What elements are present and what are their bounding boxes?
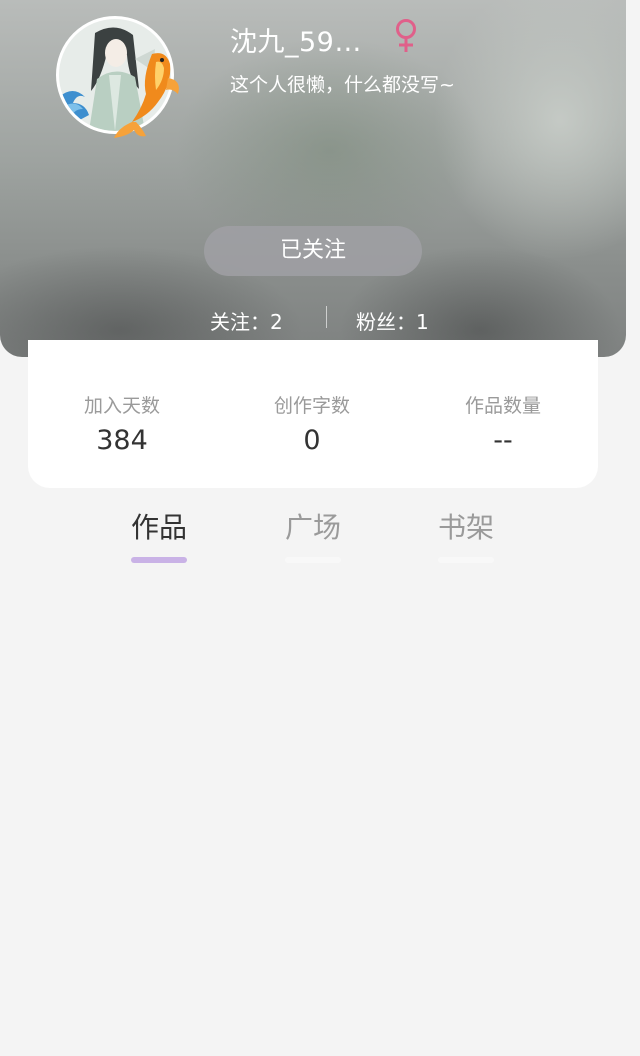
stat-word-count: 创作字数 0 — [232, 393, 392, 459]
following-count[interactable]: 关注：2 — [210, 306, 283, 335]
tab-label: 作品 — [130, 511, 187, 544]
stat-label: 加入天数 — [83, 395, 160, 417]
user-name: 沈九_59… — [230, 27, 362, 58]
stat-works-count: 作品数量 -- — [423, 393, 583, 459]
tab-square[interactable]: 广场 — [263, 508, 363, 563]
stat-join-days: 加入天数 384 — [42, 393, 202, 459]
stat-value: 0 — [303, 425, 321, 456]
tab-bookshelf[interactable]: 书架 — [416, 508, 516, 563]
tab-indicator — [285, 557, 341, 563]
tab-label: 书架 — [437, 511, 494, 544]
stat-value: -- — [493, 425, 513, 456]
profile-header: 沈九_59… 这个人很懒，什么都没写~ 已关注 关注：2 粉丝：1 — [0, 0, 626, 357]
stat-label: 创作字数 — [273, 395, 350, 417]
stat-value: 384 — [96, 425, 148, 456]
tab-works[interactable]: 作品 — [109, 508, 209, 563]
tab-active-indicator — [131, 557, 187, 563]
stat-divider — [326, 306, 327, 328]
user-bio: 这个人很懒，什么都没写~ — [230, 74, 455, 96]
koi-fish-icon — [114, 53, 179, 138]
stat-label: 作品数量 — [464, 395, 541, 417]
tab-indicator — [438, 557, 494, 563]
followed-button[interactable]: 已关注 — [204, 226, 422, 276]
followers-count[interactable]: 粉丝：1 — [356, 306, 429, 335]
female-symbol-icon — [396, 19, 416, 52]
tab-label: 广场 — [284, 511, 341, 544]
